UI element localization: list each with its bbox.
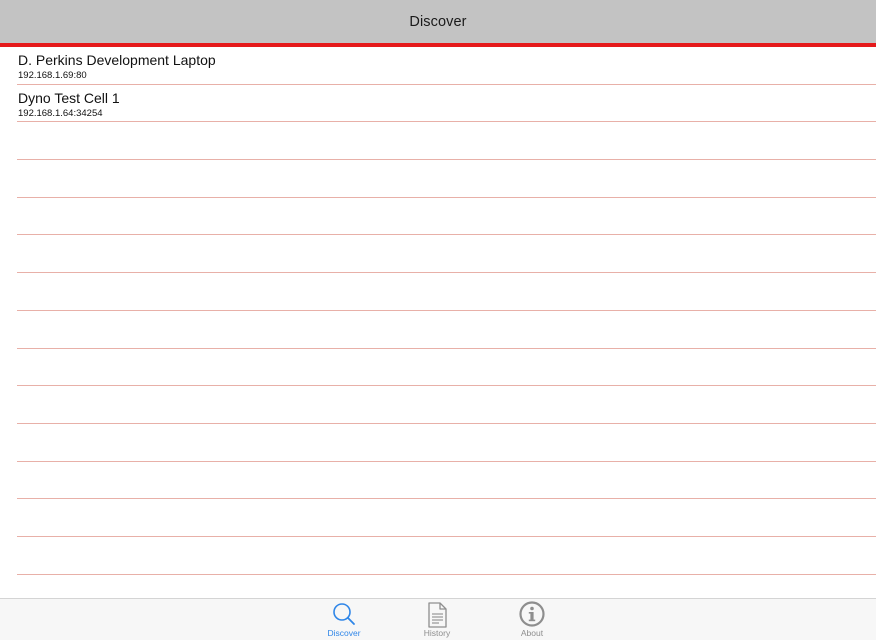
empty-row	[17, 122, 876, 161]
tab-discover[interactable]: Discover	[309, 599, 379, 640]
device-list[interactable]: D. Perkins Development Laptop 192.168.1.…	[0, 47, 876, 598]
empty-row	[17, 198, 876, 236]
document-icon	[428, 602, 447, 628]
tab-label: History	[423, 628, 451, 638]
empty-row	[17, 424, 876, 462]
device-address: 192.168.1.64:34254	[18, 107, 103, 119]
empty-row	[17, 311, 876, 349]
info-icon	[519, 601, 545, 627]
empty-row	[17, 235, 876, 274]
empty-row	[17, 537, 876, 575]
device-name: Dyno Test Cell 1	[18, 89, 120, 106]
tab-about[interactable]: About	[497, 599, 567, 640]
navigation-bar: Discover	[0, 0, 876, 43]
app-window: Discover D. Perkins Development Laptop 1…	[0, 0, 876, 640]
page-title: Discover	[409, 13, 467, 30]
tab-label: About	[520, 628, 544, 638]
empty-row	[17, 386, 876, 424]
empty-row	[17, 160, 876, 198]
empty-row	[17, 462, 876, 500]
device-row[interactable]: D. Perkins Development Laptop 192.168.1.…	[17, 47, 876, 85]
tab-bar: Discover History About	[0, 598, 876, 640]
tab-history[interactable]: History	[402, 599, 472, 640]
empty-row	[17, 349, 876, 387]
empty-row	[17, 273, 876, 311]
device-address: 192.168.1.69:80	[18, 70, 87, 81]
device-row[interactable]: Dyno Test Cell 1 192.168.1.64:34254	[17, 85, 876, 123]
empty-row	[17, 499, 876, 537]
search-icon	[333, 603, 355, 625]
device-name: D. Perkins Development Laptop	[18, 52, 216, 68]
tab-label: Discover	[327, 628, 361, 638]
